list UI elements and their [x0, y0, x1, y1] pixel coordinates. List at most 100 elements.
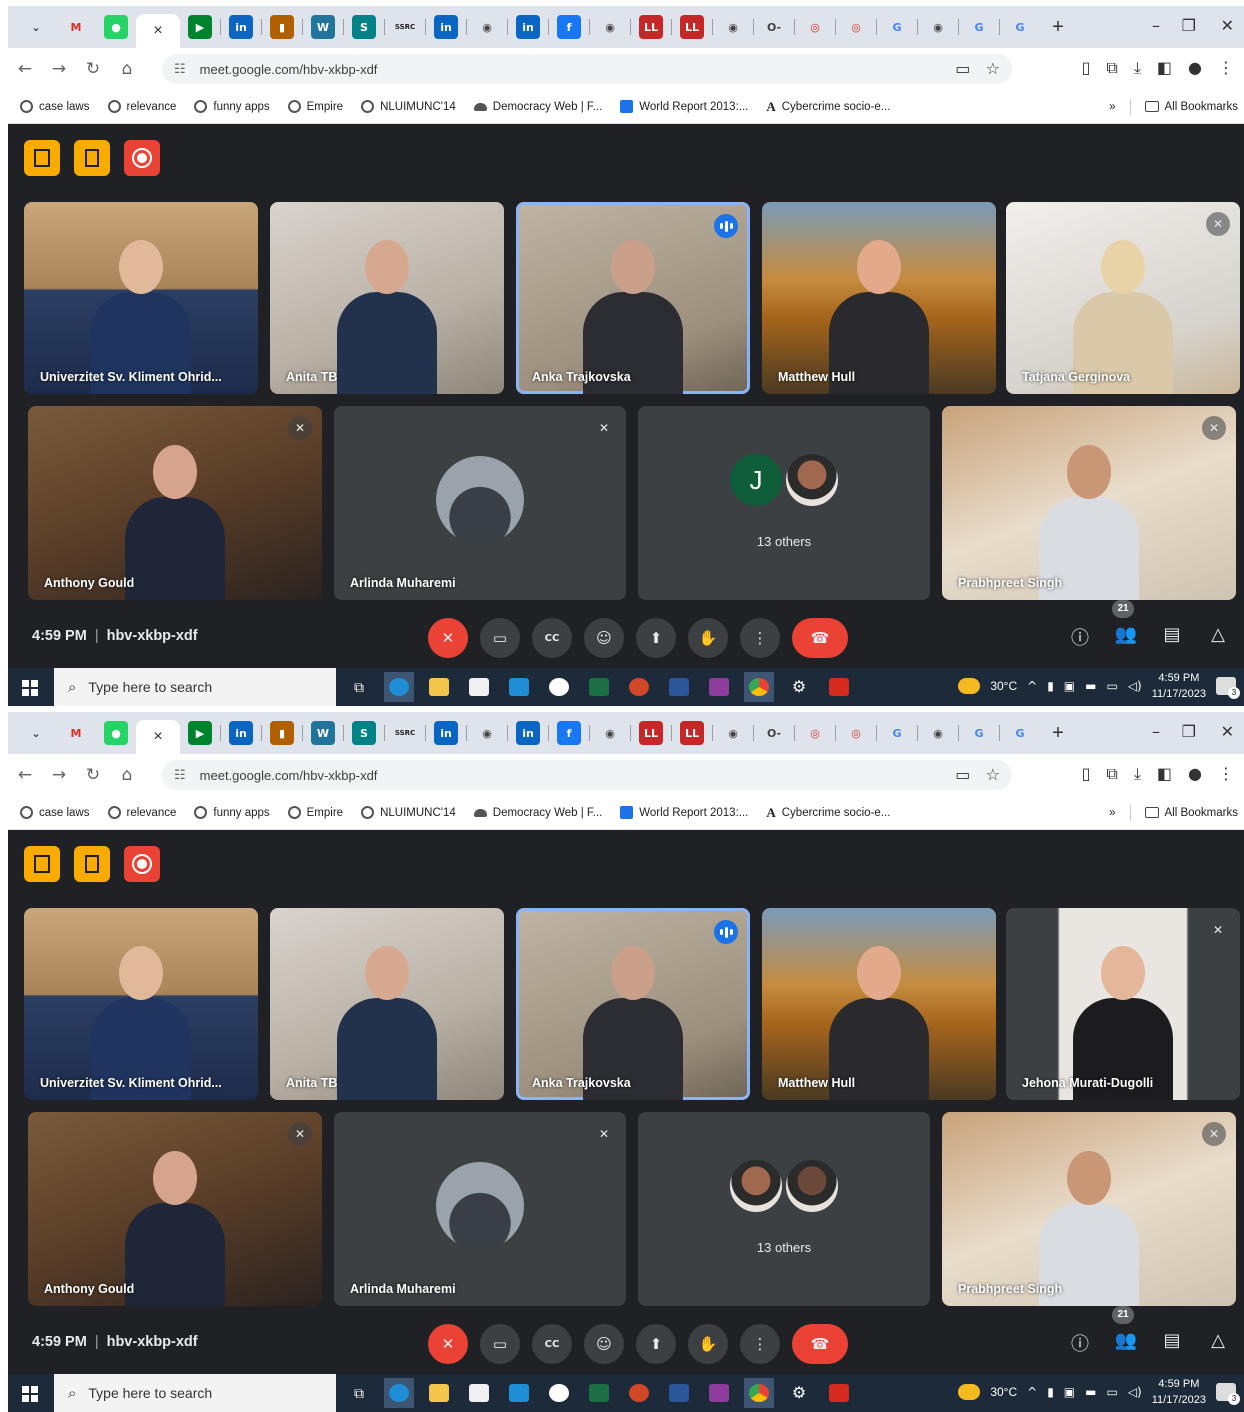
taskbar-search[interactable]: ⌕ Type here to search: [54, 668, 336, 706]
globe-icon[interactable]: ◉: [598, 721, 622, 745]
leave-call-button[interactable]: ☎: [792, 1324, 848, 1364]
meet-icon[interactable]: ▶: [188, 15, 212, 39]
back-icon[interactable]: ←: [8, 59, 42, 79]
bookmarks-overflow-button[interactable]: »: [1109, 101, 1115, 113]
keepass-icon[interactable]: [544, 1378, 574, 1408]
companion-icon[interactable]: [74, 846, 110, 882]
battery-icon[interactable]: ▬: [1085, 1385, 1096, 1399]
linkedin-icon[interactable]: in: [229, 15, 253, 39]
battery-icon[interactable]: ▬: [1085, 679, 1096, 693]
store-icon[interactable]: [464, 1378, 494, 1408]
keepass-icon[interactable]: [544, 672, 574, 702]
active-tab-close-icon[interactable]: ×: [136, 720, 180, 754]
all-bookmarks-button[interactable]: All Bookmarks: [1144, 807, 1238, 819]
site-settings-icon[interactable]: ☷: [174, 62, 186, 77]
settings-icon[interactable]: ⚙: [784, 672, 814, 702]
livelaw-icon[interactable]: LL: [639, 15, 663, 39]
companion-icon[interactable]: [74, 140, 110, 176]
notification-icon[interactable]: 3: [1216, 677, 1240, 699]
globe-icon[interactable]: ◉: [598, 15, 622, 39]
participant-tile[interactable]: Anka Trajkovska: [516, 908, 750, 1100]
bookmark-item[interactable]: World Report 2013:...: [620, 100, 748, 113]
chat-icon[interactable]: ▤: [1160, 1330, 1184, 1356]
tray-chevron-icon[interactable]: ^: [1027, 679, 1037, 693]
wordpress-icon[interactable]: W: [311, 721, 335, 745]
menu-icon[interactable]: ⋮: [1218, 58, 1234, 78]
download-icon[interactable]: ⤓: [1134, 58, 1141, 78]
others-tile[interactable]: 13 others: [638, 1112, 930, 1306]
globe-icon[interactable]: ◉: [475, 721, 499, 745]
present-icon[interactable]: ⬆: [636, 1324, 676, 1364]
profile-icon[interactable]: ●: [1188, 58, 1202, 78]
google-icon[interactable]: G: [1008, 721, 1032, 745]
captions-icon[interactable]: CC: [532, 618, 572, 658]
acrobat-icon[interactable]: [824, 1378, 854, 1408]
bookmark-item[interactable]: World Report 2013:...: [620, 806, 748, 819]
tray-chevron-icon[interactable]: ^: [1027, 1385, 1037, 1399]
acrobat-icon[interactable]: [824, 672, 854, 702]
file-explorer-icon[interactable]: [424, 1378, 454, 1408]
meet-tray-icon[interactable]: ▣: [1064, 1385, 1075, 1399]
bookmark-item[interactable]: funny apps: [194, 100, 270, 113]
target-icon[interactable]: ◎: [844, 721, 868, 745]
home-icon[interactable]: ⌂: [110, 59, 144, 79]
livelaw-icon[interactable]: LL: [639, 721, 663, 745]
task-view-icon[interactable]: ⧉: [344, 672, 374, 702]
bookmark-item[interactable]: case laws: [20, 100, 90, 113]
google-icon[interactable]: G: [1008, 15, 1032, 39]
extension-icon[interactable]: ▯: [1082, 764, 1091, 784]
captions-icon[interactable]: CC: [532, 1324, 572, 1364]
active-tab-close-icon[interactable]: ×: [136, 14, 180, 48]
side-panel-icon[interactable]: ◧: [1157, 764, 1172, 784]
camera-toggle-icon[interactable]: ▭: [480, 1324, 520, 1364]
bookmark-item[interactable]: A Cybercrime socio-e...: [766, 99, 890, 115]
participant-tile[interactable]: Anka Trajkovska: [516, 202, 750, 394]
people-icon[interactable]: 👥 21: [1112, 1306, 1138, 1356]
microphone-icon[interactable]: ▮: [1047, 679, 1054, 693]
bookmark-icon[interactable]: ▮: [270, 721, 294, 745]
chrome-icon[interactable]: [744, 1378, 774, 1408]
participant-tile[interactable]: Anita TB: [270, 908, 504, 1100]
bookmark-item[interactable]: relevance: [107, 806, 176, 819]
all-bookmarks-button[interactable]: All Bookmarks: [1144, 101, 1238, 113]
linkedin-icon[interactable]: in: [516, 15, 540, 39]
network-icon[interactable]: ▭: [1106, 679, 1117, 693]
participant-tile[interactable]: Univerzitet Sv. Kliment Ohrid...: [24, 908, 258, 1100]
participant-tile[interactable]: Anita TB: [270, 202, 504, 394]
puzzle-icon[interactable]: ⧉: [1106, 58, 1117, 78]
bookmark-item[interactable]: Empire: [287, 100, 343, 113]
facebook-icon[interactable]: f: [557, 15, 581, 39]
livelaw-icon[interactable]: LL: [680, 721, 704, 745]
gmail-icon[interactable]: M: [64, 721, 88, 745]
edge-icon[interactable]: [384, 1378, 414, 1408]
download-icon[interactable]: ⤓: [1134, 764, 1141, 784]
bookmarks-overflow-button[interactable]: »: [1109, 807, 1115, 819]
globe-icon[interactable]: ◉: [721, 15, 745, 39]
globe-icon[interactable]: ◉: [475, 15, 499, 39]
taskbar-clock[interactable]: 4:59 PM 11/17/2023: [1152, 1376, 1206, 1408]
mic-off-icon[interactable]: ✕: [428, 1324, 468, 1364]
participant-tile[interactable]: Jehona Murati-Dugolli ✕: [1006, 908, 1240, 1100]
camera-toggle-icon[interactable]: ▭: [480, 618, 520, 658]
key-icon[interactable]: O-: [762, 15, 786, 39]
volume-icon[interactable]: ◁): [1128, 1385, 1142, 1399]
puzzle-icon[interactable]: ⧉: [1106, 764, 1117, 784]
bookmark-item[interactable]: case laws: [20, 806, 90, 819]
recording-icon[interactable]: [124, 140, 160, 176]
livelaw-icon[interactable]: LL: [680, 15, 704, 39]
file-explorer-icon[interactable]: [424, 672, 454, 702]
task-view-icon[interactable]: ⧉: [344, 1378, 374, 1408]
weather-icon[interactable]: [958, 1384, 981, 1400]
linkedin-icon[interactable]: in: [434, 15, 458, 39]
people-icon[interactable]: 👥 21: [1112, 600, 1138, 650]
close-window-icon[interactable]: ✕: [1221, 16, 1234, 35]
new-tab-button[interactable]: +: [1046, 722, 1070, 745]
new-tab-button[interactable]: +: [1046, 16, 1070, 39]
google-icon[interactable]: G: [885, 15, 909, 39]
bookmark-item[interactable]: NLUIMUNC'14: [361, 806, 456, 819]
google-icon[interactable]: G: [967, 721, 991, 745]
home-icon[interactable]: ⌂: [110, 765, 144, 785]
bookmark-icon[interactable]: ▮: [270, 15, 294, 39]
bookmark-item[interactable]: relevance: [107, 100, 176, 113]
globe-icon[interactable]: ◉: [926, 721, 950, 745]
